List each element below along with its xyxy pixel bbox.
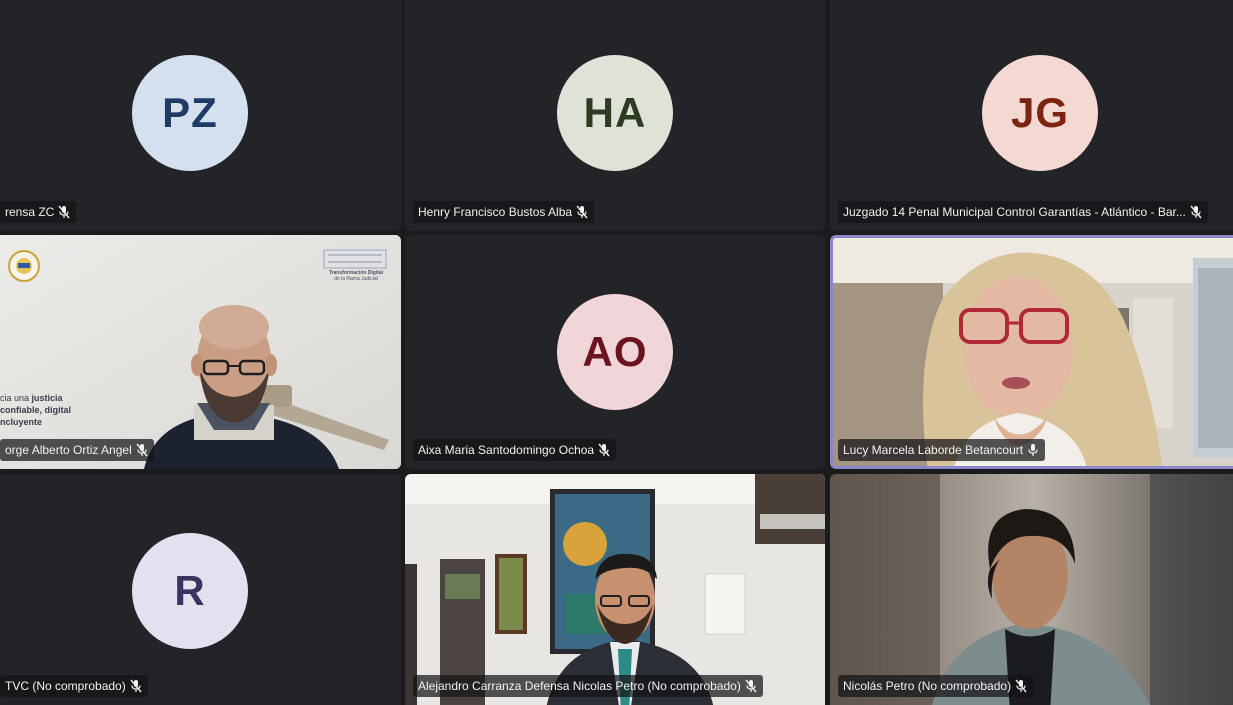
slide-text-line1-bold: justicia: [31, 393, 63, 403]
slide-text-overlay: cia una justicia confiable, digital nclu…: [0, 392, 71, 428]
participant-tile-pz[interactable]: PZ rensa ZC: [0, 0, 401, 231]
participant-nameplate: Juzgado 14 Penal Municipal Control Garan…: [838, 201, 1208, 223]
participant-nameplate: TVC (No comprobado): [0, 675, 148, 697]
participant-tile-video-nicolas[interactable]: Nicolás Petro (No comprobado): [830, 474, 1233, 705]
logo-subtitle: de la Rama Judicial: [334, 276, 378, 282]
mic-muted-icon: [58, 205, 70, 219]
mic-muted-icon: [1190, 205, 1202, 219]
participant-tile-video-lucy[interactable]: Lucy Marcela Laborde Betancourt: [830, 235, 1233, 469]
participant-nameplate: Nicolás Petro (No comprobado): [838, 675, 1034, 697]
mic-muted-icon: [130, 679, 142, 693]
participant-tile-video-alejandro[interactable]: Alejandro Carranza Defensa Nicolas Petro…: [405, 474, 825, 705]
participant-name: Nicolás Petro (No comprobado): [843, 679, 1012, 693]
mic-muted-icon: [576, 205, 588, 219]
participant-tile-ao[interactable]: AO Aixa Maria Santodomingo Ochoa: [405, 235, 825, 469]
participant-nameplate: orge Alberto Ortiz Angel: [0, 439, 154, 461]
slide-text-line2: confiable, digital: [0, 405, 72, 415]
mic-muted-icon: [745, 679, 757, 693]
participant-name: orge Alberto Ortiz Angel: [5, 443, 132, 457]
avatar-pz: PZ: [132, 55, 248, 171]
participant-tile-jg[interactable]: JG Juzgado 14 Penal Municipal Control Ga…: [830, 0, 1233, 231]
avatar-ha: HA: [557, 55, 673, 171]
video-grid: PZ rensa ZC HA Henry Francisco Bustos Al…: [0, 0, 1233, 705]
avatar-r: R: [132, 533, 248, 649]
participant-name: Aixa Maria Santodomingo Ochoa: [418, 443, 595, 457]
mic-muted-icon: [598, 443, 610, 457]
participant-name: TVC (No comprobado): [5, 679, 126, 693]
participant-nameplate: Lucy Marcela Laborde Betancourt: [838, 439, 1046, 461]
mic-muted-icon: [1015, 679, 1027, 693]
logo-caption: Transformación Digital de la Rama Judici…: [324, 270, 388, 282]
participant-nameplate: Aixa Maria Santodomingo Ochoa: [413, 439, 617, 461]
participant-name: rensa ZC: [5, 205, 55, 219]
participant-name: Alejandro Carranza Defensa Nicolas Petro…: [418, 679, 741, 693]
participant-name: Lucy Marcela Laborde Betancourt: [843, 443, 1024, 457]
mic-muted-icon: [136, 443, 148, 457]
participant-tile-video-jorge[interactable]: cia una justicia confiable, digital nclu…: [0, 235, 401, 469]
video-feed: [833, 238, 1233, 466]
participant-nameplate: Alejandro Carranza Defensa Nicolas Petro…: [413, 675, 763, 697]
participant-nameplate: Henry Francisco Bustos Alba: [413, 201, 595, 223]
avatar-jg: JG: [982, 55, 1098, 171]
mic-icon: [1028, 444, 1038, 456]
participant-nameplate: rensa ZC: [0, 201, 77, 223]
video-feed: [830, 474, 1233, 705]
participant-name: Henry Francisco Bustos Alba: [418, 205, 573, 219]
slide-text-line3: ncluyente: [0, 417, 43, 427]
video-feed: [405, 474, 825, 705]
participant-tile-r[interactable]: R TVC (No comprobado): [0, 474, 401, 705]
avatar-ao: AO: [557, 294, 673, 410]
slide-text-line1-prefix: cia una: [0, 393, 32, 403]
participant-name: Juzgado 14 Penal Municipal Control Garan…: [843, 205, 1186, 219]
participant-tile-ha[interactable]: HA Henry Francisco Bustos Alba: [405, 0, 825, 231]
